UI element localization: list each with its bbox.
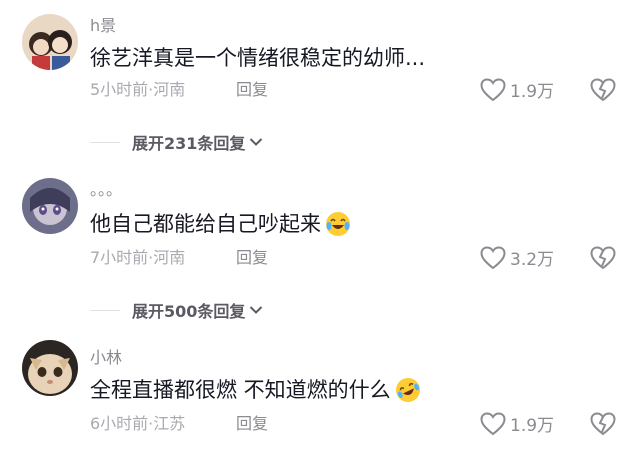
- comment-text-content: 全程直播都很燃 不知道燃的什么: [90, 378, 391, 402]
- chevron-down-icon: [250, 138, 263, 146]
- heart-outline-icon: [480, 411, 506, 435]
- comment-meta: 6小时前·江苏: [90, 414, 186, 433]
- reply-button[interactable]: 回复: [236, 414, 268, 434]
- divider: [90, 309, 120, 311]
- rolling-laughing-emoji: [395, 378, 420, 402]
- comment-text: 徐艺洋真是一个情绪很稳定的幼师...: [90, 44, 425, 72]
- comment-text: 他自己都能给自己吵起来: [90, 210, 351, 238]
- dislike-button[interactable]: [590, 246, 616, 274]
- like-button[interactable]: 3.2万: [480, 245, 554, 270]
- reply-button[interactable]: 回复: [236, 80, 268, 100]
- comment-text: 全程直播都很燃 不知道燃的什么: [90, 376, 421, 404]
- comment-text-content: 徐艺洋真是一个情绪很稳定的幼师...: [90, 46, 426, 70]
- comment-text-content: 他自己都能给自己吵起来: [90, 212, 321, 236]
- expand-replies-button[interactable]: 展开500条回复: [90, 298, 263, 322]
- dislike-button[interactable]: [590, 78, 616, 106]
- expand-replies-label: 展开500条回复: [132, 302, 246, 321]
- reply-button[interactable]: 回复: [236, 248, 268, 268]
- chevron-down-icon: [250, 306, 263, 314]
- divider: [90, 141, 120, 143]
- avatar[interactable]: [22, 340, 78, 396]
- username[interactable]: h景: [90, 16, 116, 36]
- dislike-button[interactable]: [590, 412, 616, 440]
- expand-replies-button[interactable]: 展开231条回复: [90, 130, 263, 154]
- broken-heart-icon: [590, 412, 616, 436]
- heart-outline-icon: [480, 245, 506, 269]
- like-count: 1.9万: [510, 82, 555, 102]
- like-button[interactable]: 1.9万: [480, 411, 554, 436]
- username[interactable]: 小林: [90, 348, 122, 368]
- comment-meta: 7小时前·河南: [90, 248, 186, 267]
- expand-replies-label: 展开231条回复: [132, 134, 246, 153]
- broken-heart-icon: [590, 246, 616, 270]
- like-count: 1.9万: [510, 416, 555, 436]
- comment-meta: 5小时前·河南: [90, 80, 186, 99]
- laughing-crying-emoji: [326, 212, 350, 236]
- avatar[interactable]: [22, 14, 78, 70]
- heart-outline-icon: [480, 77, 506, 101]
- username[interactable]: 。。。: [90, 180, 122, 200]
- like-button[interactable]: 1.9万: [480, 77, 554, 102]
- like-count: 3.2万: [510, 250, 555, 270]
- avatar[interactable]: [22, 178, 78, 234]
- broken-heart-icon: [590, 78, 616, 102]
